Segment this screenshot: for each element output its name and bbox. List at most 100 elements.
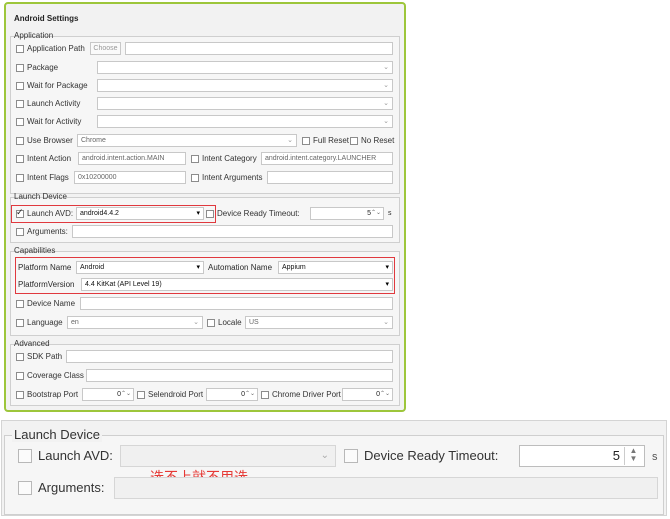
package-select[interactable]: ⌄ [97,61,393,74]
zoom-arguments-checkbox[interactable] [18,481,32,495]
intent-action-input[interactable]: android.intent.action.MAIN [78,152,186,165]
no-reset-checkbox[interactable] [350,136,358,145]
intent-category-checkbox[interactable] [191,154,199,163]
launch-avd-checkbox[interactable] [16,207,24,218]
app-path-label: Application Path [27,44,85,53]
coverage-label: Coverage Class [27,371,84,380]
package-label: Package [27,63,59,72]
arguments-checkbox[interactable] [16,227,24,236]
language-select[interactable]: en ⌄ [67,316,203,329]
use-browser-label: Use Browser [27,136,73,145]
avd-select[interactable]: android4.4.2 ▾ [76,207,204,220]
package-checkbox[interactable] [16,63,24,72]
coverage-input[interactable] [86,369,393,382]
chevron-down-icon: ⌄ [320,450,329,461]
launch-avd-row: Launch AVD: [16,207,73,220]
wait-activity-row: Wait for Activity [16,115,81,128]
language-label: Language [27,318,63,327]
locale-checkbox[interactable] [207,318,215,327]
chrome-driver-label: Chrome Driver Port [272,390,341,399]
wait-package-checkbox[interactable] [16,81,24,90]
locale-select[interactable]: US ⌄ [245,316,393,329]
wait-package-select[interactable]: ⌄ [97,79,393,92]
ready-timeout-option: Device Ready Timeout: [206,207,300,220]
wait-activity-select[interactable]: ⌄ [97,115,393,128]
intent-flags-input[interactable]: 0x10200000 [74,171,186,184]
android-settings-dialog: Android Settings Application Application… [4,2,406,412]
zoom-avd-select[interactable]: ⌄ [120,445,336,467]
language-row: Language [16,316,63,329]
arguments-label: Arguments: [27,227,68,236]
app-path-row: Application Path [16,42,85,55]
ready-timeout-checkbox[interactable] [206,209,214,218]
platform-name-select[interactable]: Android ▾ [76,261,204,274]
wait-activity-checkbox[interactable] [16,117,24,126]
selendroid-spinner[interactable]: 0 ⌃⌄ [206,388,258,401]
zoom-timeout-unit: s [652,451,658,463]
full-reset-checkbox[interactable] [302,136,310,145]
zoom-launch-avd-checkbox[interactable] [18,449,32,463]
package-row: Package [16,61,58,74]
chrome-driver-checkbox[interactable] [261,390,269,399]
bootstrap-spinner[interactable]: 0 ⌃⌄ [82,388,134,401]
timeout-spinner[interactable]: 5 ⌃⌄ [310,207,384,220]
spinner-arrows-icon[interactable]: ⌃⌄ [121,389,131,400]
launch-activity-select[interactable]: ⌄ [97,97,393,110]
spinner-arrows-icon[interactable]: ⌃⌄ [245,389,255,400]
coverage-checkbox[interactable] [16,371,24,380]
intent-flags-checkbox[interactable] [16,173,24,182]
chevron-down-icon: ⌄ [383,82,389,89]
sdk-path-label: SDK Path [27,352,63,361]
selendroid-checkbox[interactable] [137,390,145,399]
bootstrap-checkbox[interactable] [16,390,24,399]
spinner-arrows-icon[interactable]: ▲ ▼ [624,447,642,465]
device-name-label: Device Name [27,299,76,308]
platform-name-label: Platform Name [18,263,72,272]
sdk-path-input[interactable] [66,350,393,363]
zoom-ready-timeout-checkbox[interactable] [344,449,358,463]
language-checkbox[interactable] [16,318,24,327]
intent-flags-row: Intent Flags [16,171,69,184]
advanced-legend: Advanced [14,339,50,348]
launch-device-legend: Launch Device [14,192,67,201]
intent-args-input[interactable] [267,171,393,184]
wait-package-label: Wait for Package [27,81,88,90]
chrome-driver-spinner[interactable]: 0 ⌃⌄ [342,388,393,401]
use-browser-checkbox[interactable] [16,136,24,145]
choose-button[interactable]: Choose [90,42,121,55]
zoom-arguments-input[interactable] [114,477,658,499]
locale-value: US [249,319,259,326]
browser-select[interactable]: Chrome ⌄ [77,134,297,147]
chevron-down-icon: ⌄ [383,118,389,125]
device-name-input[interactable] [80,297,393,310]
selendroid-option: Selendroid Port [137,388,203,401]
chevron-down-icon: ⌄ [383,100,389,107]
arguments-input[interactable] [72,225,393,238]
no-reset-label: No Reset [361,136,395,145]
device-name-checkbox[interactable] [16,299,24,308]
full-reset-option: Full Reset [302,134,349,147]
automation-name-select[interactable]: Appium ▾ [278,261,393,274]
intent-args-checkbox[interactable] [191,173,199,182]
sdk-path-checkbox[interactable] [16,352,24,361]
caret-down-icon: ▾ [196,264,200,271]
zoom-timeout-spinner[interactable]: 5 ▲ ▼ [519,445,645,467]
dialog-title: Android Settings [14,14,79,23]
platform-version-value: 4.4 KitKat (API Level 19) [85,281,162,288]
wait-activity-label: Wait for Activity [27,117,82,126]
timeout-unit: s [388,210,392,217]
intent-action-checkbox[interactable] [16,154,24,163]
intent-category-input[interactable]: android.intent.category.LAUNCHER [261,152,393,165]
application-legend: Application [14,31,54,40]
app-path-input[interactable] [125,42,393,55]
language-value: en [71,319,79,326]
zoom-launch-avd-label: Launch AVD: [38,448,113,463]
platform-version-select[interactable]: 4.4 KitKat (API Level 19) ▾ [81,278,393,291]
spinner-arrows-icon[interactable]: ⌃⌄ [380,389,390,400]
spinner-arrows-icon[interactable]: ⌃⌄ [371,208,381,219]
app-path-checkbox[interactable] [16,44,24,53]
intent-category-label: Intent Category [202,154,257,163]
launch-activity-checkbox[interactable] [16,99,24,108]
intent-category-option: Intent Category [191,152,257,165]
zoom-launch-device-legend: Launch Device [12,427,102,442]
